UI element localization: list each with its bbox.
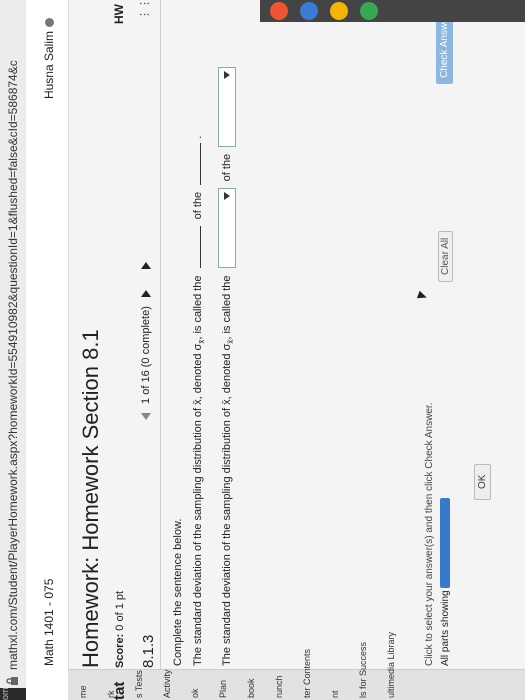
sentence-1-text-b: , is called the xyxy=(192,275,204,340)
dock-app-icon[interactable] xyxy=(330,2,348,20)
left-nav-item[interactable]: ok xyxy=(190,688,200,698)
left-nav-item[interactable]: s Tests xyxy=(134,670,144,698)
instruction: Complete the sentence below. xyxy=(172,518,184,666)
dock-app-icon[interactable] xyxy=(300,2,318,20)
user-name: Husna Salim xyxy=(42,31,56,100)
left-nav-item[interactable]: Plan xyxy=(218,680,228,698)
ok-button[interactable]: OK xyxy=(474,463,491,500)
dock xyxy=(260,0,525,22)
left-nav-item[interactable]: ls for Success xyxy=(358,642,368,698)
left-nav-item[interactable]: ultimedia Library xyxy=(386,632,396,698)
sentence-1-end: . xyxy=(192,135,204,139)
dropdown-arrow-icon xyxy=(224,192,230,201)
mouse-cursor-icon xyxy=(416,290,429,302)
sentence-2-text-a: The standard deviation of the sampling d… xyxy=(220,343,233,666)
sentence-1-text-a: The standard deviation of the sampling d… xyxy=(192,343,204,666)
dock-app-icon[interactable] xyxy=(270,2,288,20)
left-nav-item[interactable]: Activity xyxy=(162,669,172,698)
score-label: Score: xyxy=(114,633,126,668)
blank-1[interactable] xyxy=(190,226,201,269)
page-title: Homework: Homework Section 8.1 xyxy=(78,329,103,668)
sentence-1-text-c: of the xyxy=(192,191,204,220)
divider xyxy=(160,0,161,670)
url-text[interactable]: mathxl.com/Student/PlayerHomework.aspx?h… xyxy=(6,60,20,670)
hw-tag: HW xyxy=(112,4,126,24)
screen-stage: om mathxl.com/Student/PlayerHomework.asp… xyxy=(0,0,525,700)
course-name[interactable]: Math 1401 - 075 xyxy=(42,579,56,666)
grid-menu-icon[interactable]: ⋮⋮⋮ xyxy=(138,0,152,20)
next-question-icon[interactable] xyxy=(141,261,152,269)
answer-hint: Click to select your answer(s) and then … xyxy=(424,402,435,666)
sentence-2-text-c: of the xyxy=(220,153,233,182)
question-progress[interactable]: 1 of 16 (0 complete) xyxy=(140,306,152,404)
address-bar[interactable]: om mathxl.com/Student/PlayerHomework.asp… xyxy=(0,0,27,700)
course-header: Math 1401 - 075 Husna Salim xyxy=(26,0,69,700)
question-navigator: 1 of 16 (0 complete) xyxy=(140,261,152,420)
previous-question-icon[interactable] xyxy=(141,413,152,420)
lock-icon xyxy=(6,677,18,685)
left-nav-item[interactable]: runch xyxy=(274,675,284,698)
blank-2[interactable] xyxy=(190,142,201,185)
sentence-2: The standard deviation of the sampling d… xyxy=(218,63,236,666)
left-nav-item[interactable]: book xyxy=(246,678,256,698)
dock-app-icon[interactable] xyxy=(360,2,378,20)
score-value: 0 of 1 pt xyxy=(114,590,126,631)
dropdown-arrow-icon xyxy=(224,70,230,79)
sentence-1-subscript: x̄ xyxy=(197,339,207,344)
question-number: 8.1.3 xyxy=(140,634,157,668)
stat-label: tat xyxy=(111,681,128,700)
left-nav-item[interactable]: nt xyxy=(330,690,340,698)
user-icon xyxy=(45,18,55,27)
question-dropdown-icon[interactable] xyxy=(141,290,152,298)
user-menu[interactable]: Husna Salim xyxy=(42,18,56,99)
left-nav-item[interactable]: me xyxy=(78,685,88,698)
answer-dropdown-2[interactable] xyxy=(218,66,236,147)
parts-showing: All parts showing xyxy=(440,590,451,666)
tab-clip: om xyxy=(0,688,26,700)
score-display: Score: 0 of 1 pt xyxy=(114,591,126,668)
answer-dropdown-1[interactable] xyxy=(218,188,236,269)
progress-bar xyxy=(440,498,450,588)
sentence-2-subscript: x̄ xyxy=(226,339,236,344)
left-navigation: me rk s Tests Activity ok Plan book runch ter Co… xyxy=(68,632,525,700)
sentence-2-text-b: , is called the xyxy=(220,275,233,340)
left-nav-item[interactable]: ter Contents xyxy=(302,649,312,698)
sentence-1: The standard deviation of the sampling d… xyxy=(190,136,206,666)
clear-all-button[interactable]: Clear All xyxy=(438,230,453,282)
